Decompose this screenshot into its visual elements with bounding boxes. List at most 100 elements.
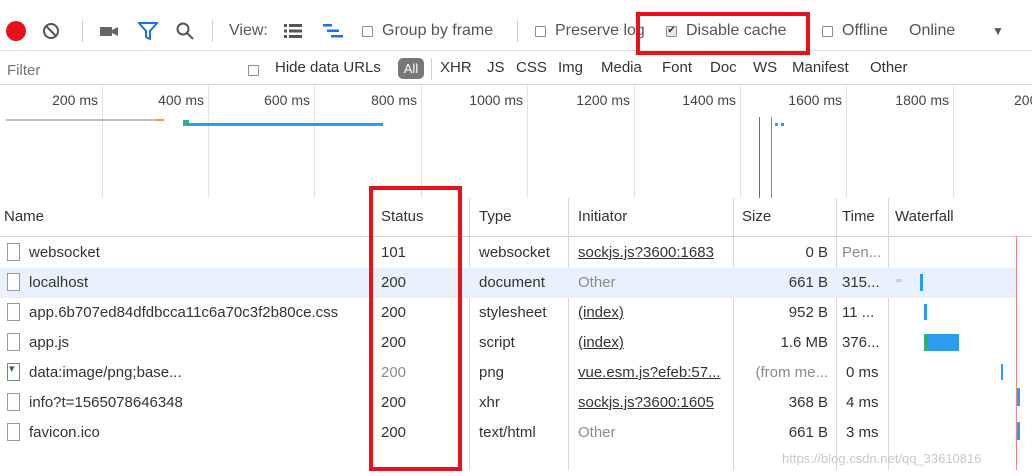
request-type: websocket <box>479 244 550 261</box>
column-header-type[interactable]: Type <box>479 208 512 225</box>
waterfall-bar <box>1001 364 1003 380</box>
file-icon <box>7 243 20 261</box>
request-name: app.6b707ed84dfdbcca11c6a70c3f2b80ce.css <box>29 304 339 321</box>
filter-type-js[interactable]: JS <box>487 59 505 76</box>
request-type: document <box>479 274 545 291</box>
request-size: 368 B <box>788 394 828 411</box>
request-name: localhost <box>29 274 89 291</box>
overview-bar-favicon <box>781 123 784 126</box>
preserve-log-checkbox[interactable]: Preserve log <box>535 12 645 50</box>
filter-toggle-button[interactable] <box>138 12 158 50</box>
request-size: 1.6 MB <box>780 334 828 351</box>
filter-type-doc[interactable]: Doc <box>710 59 737 76</box>
tick-label: 800 ms <box>371 92 417 108</box>
view-label: View: <box>229 22 268 39</box>
filter-type-css[interactable]: CSS <box>516 59 547 76</box>
filter-type-other[interactable]: Other <box>870 59 908 76</box>
group-by-frame-checkbox[interactable]: Group by frame <box>362 12 493 50</box>
filter-icon <box>138 22 158 40</box>
table-row[interactable]: localhost 200 document Other 661 B 315..… <box>0 268 1016 298</box>
request-size: 661 B <box>788 424 828 441</box>
request-time: 315... <box>842 274 880 291</box>
search-button[interactable] <box>176 12 194 50</box>
request-initiator[interactable]: (index) <box>578 304 728 321</box>
filter-all-button[interactable]: All <box>398 58 424 79</box>
large-rows-button[interactable] <box>284 12 302 50</box>
file-icon <box>7 393 20 411</box>
request-initiator[interactable]: sockjs.js?3600:1605 <box>578 394 728 411</box>
filter-input[interactable] <box>0 54 241 86</box>
record-icon <box>6 21 26 41</box>
clear-icon <box>43 23 59 39</box>
table-row[interactable]: app.js 200 script (index) 1.6 MB 376... <box>0 328 1016 358</box>
table-row[interactable]: websocket 101 websocket sockjs.js?3600:1… <box>0 238 1016 268</box>
list-icon <box>284 24 302 38</box>
table-row[interactable]: info?t=1565078646348 200 xhr sockjs.js?3… <box>0 388 1016 418</box>
waterfall-bar <box>1017 422 1020 440</box>
tick-label: 1800 ms <box>895 92 949 108</box>
overview-bar-xhr <box>775 123 778 126</box>
dom-content-loaded-line <box>759 117 760 199</box>
hide-data-urls-box[interactable] <box>248 65 259 76</box>
tick-label: 1000 ms <box>469 92 523 108</box>
filter-type-manifest[interactable]: Manifest <box>792 59 849 76</box>
record-button[interactable] <box>6 12 26 50</box>
offline-box[interactable] <box>822 25 833 37</box>
group-by-frame-label: Group by frame <box>382 22 494 39</box>
table-row[interactable]: favicon.ico 200 text/html Other 661 B 3 … <box>0 418 1016 448</box>
waterfall-bar <box>928 334 959 351</box>
column-header-time[interactable]: Time <box>842 208 875 225</box>
request-name: data:image/png;base... <box>29 364 182 381</box>
hide-data-urls-label: Hide data URLs <box>275 59 381 76</box>
offline-checkbox[interactable]: Offline <box>822 12 888 50</box>
throttling-select[interactable]: Online <box>909 12 955 50</box>
tick-label: 1600 ms <box>788 92 842 108</box>
overview-bar-download <box>183 123 383 126</box>
load-event-line <box>771 117 772 199</box>
file-icon <box>7 273 20 291</box>
table-row[interactable]: app.6b707ed84dfdbcca11c6a70c3f2b80ce.css… <box>0 298 1016 328</box>
request-initiator[interactable]: (index) <box>578 334 728 351</box>
screenshot-button[interactable] <box>100 12 118 50</box>
network-toolbar: View: Group by frame Preserve log ✔ Disa… <box>0 12 1032 50</box>
file-icon <box>7 333 20 351</box>
request-time: 11 ... <box>842 304 875 321</box>
file-icon <box>7 303 20 321</box>
request-size: 952 B <box>788 304 828 321</box>
tick-label: 600 ms <box>264 92 310 108</box>
search-icon <box>176 22 194 40</box>
column-header-size[interactable]: Size <box>742 208 771 225</box>
tick-label: 1200 ms <box>576 92 630 108</box>
request-name: favicon.ico <box>29 424 100 441</box>
table-row[interactable]: data:image/png;base... 200 png vue.esm.j… <box>0 358 1016 388</box>
request-type: xhr <box>479 394 500 411</box>
group-by-frame-box[interactable] <box>362 25 373 37</box>
timeline-overview[interactable]: 200 ms 400 ms 600 ms 800 ms 1000 ms 1200… <box>0 84 1032 200</box>
hide-data-urls-checkbox[interactable] <box>248 63 259 80</box>
tick-label: 400 ms <box>158 92 204 108</box>
overview-button[interactable] <box>323 12 343 50</box>
filter-type-ws[interactable]: WS <box>753 59 777 76</box>
overview-bar-websocket <box>6 119 156 121</box>
filter-type-xhr[interactable]: XHR <box>440 59 472 76</box>
clear-button[interactable] <box>42 12 60 50</box>
preserve-log-box[interactable] <box>535 25 546 37</box>
waterfall-bar <box>920 274 923 291</box>
request-initiator[interactable]: sockjs.js?3600:1683 <box>578 244 728 261</box>
column-header-waterfall[interactable]: Waterfall <box>895 208 954 225</box>
column-header-name[interactable]: Name <box>4 208 44 225</box>
filter-type-img[interactable]: Img <box>558 59 583 76</box>
request-type: text/html <box>479 424 536 441</box>
request-size: 0 B <box>805 244 828 261</box>
request-type: script <box>479 334 515 351</box>
waterfall-bar <box>924 304 927 320</box>
filter-type-media[interactable]: Media <box>601 59 642 76</box>
chevron-down-icon[interactable]: ▼ <box>992 12 1004 50</box>
filter-bar: Hide data URLs All XHR JS CSS Img Media … <box>0 54 1032 86</box>
request-time: 376... <box>842 334 880 351</box>
column-header-initiator[interactable]: Initiator <box>578 208 627 225</box>
file-icon <box>7 423 20 441</box>
request-initiator[interactable]: vue.esm.js?efeb:57... <box>578 364 730 381</box>
watermark-text: https://blog.csdn.net/qq_33610816 <box>782 451 982 466</box>
filter-type-font[interactable]: Font <box>662 59 692 76</box>
